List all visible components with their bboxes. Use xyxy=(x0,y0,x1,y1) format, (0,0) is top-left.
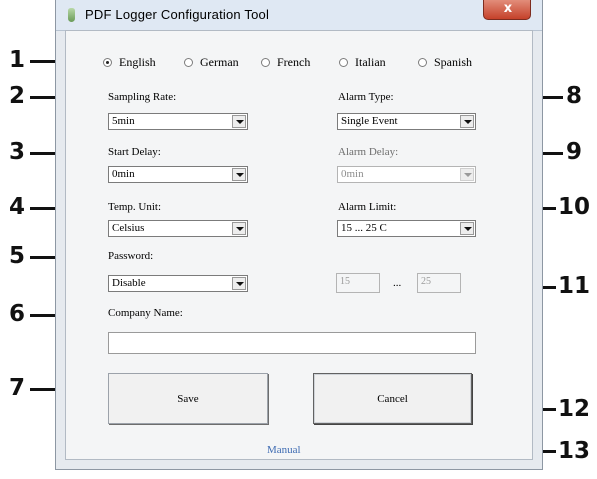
sampling-rate-value: 5min xyxy=(112,115,135,127)
cancel-button[interactable]: Cancel xyxy=(313,373,472,424)
alarm-limit-high-value: 25 xyxy=(421,276,431,287)
alarm-limit-separator: ... xyxy=(393,277,402,289)
callout-6: 6 xyxy=(9,301,26,327)
chevron-down-icon[interactable] xyxy=(232,222,246,235)
password-label: Password: xyxy=(108,250,154,262)
radio-dot-icon xyxy=(184,58,193,67)
sampling-rate-select[interactable]: 5min xyxy=(108,113,248,130)
chevron-down-icon[interactable] xyxy=(460,115,474,128)
callout-4: 4 xyxy=(9,194,26,220)
callout-2: 2 xyxy=(9,83,26,109)
radio-english[interactable]: English xyxy=(103,55,156,70)
radio-dot-icon xyxy=(339,58,348,67)
save-button[interactable]: Save xyxy=(108,373,268,424)
company-name-label: Company Name: xyxy=(108,307,183,319)
radio-english-label: English xyxy=(119,55,156,69)
password-value: Disable xyxy=(112,277,146,289)
radio-dot-icon xyxy=(261,58,270,67)
sampling-rate-label: Sampling Rate: xyxy=(108,91,177,103)
manual-link[interactable]: Manual xyxy=(267,444,301,456)
chevron-down-icon[interactable] xyxy=(232,168,246,181)
alarm-limit-high-input: 25 xyxy=(417,273,461,293)
alarm-delay-select: 0min xyxy=(337,166,476,183)
cancel-button-label: Cancel xyxy=(377,392,408,405)
callout-10: 10 xyxy=(558,194,591,220)
title-bar[interactable]: PDF Logger Configuration Tool x xyxy=(56,0,542,31)
chevron-down-icon[interactable] xyxy=(232,115,246,128)
radio-dot-icon xyxy=(103,58,112,67)
callout-7: 7 xyxy=(9,375,26,401)
close-icon: x xyxy=(503,1,513,16)
callout-5: 5 xyxy=(9,243,26,269)
settings-panel: English German French Italian Spanish Sa… xyxy=(65,30,533,460)
alarm-type-value: Single Event xyxy=(341,115,398,127)
temp-unit-value: Celsius xyxy=(112,222,145,234)
radio-french[interactable]: French xyxy=(261,55,310,70)
callout-11: 11 xyxy=(558,273,591,299)
radio-german[interactable]: German xyxy=(184,55,239,70)
alarm-limit-low-input: 15 xyxy=(336,273,380,293)
temp-unit-select[interactable]: Celsius xyxy=(108,220,248,237)
alarm-delay-label: Alarm Delay: xyxy=(338,146,399,158)
password-select[interactable]: Disable xyxy=(108,275,248,292)
chevron-down-icon xyxy=(460,168,474,181)
alarm-type-select[interactable]: Single Event xyxy=(337,113,476,130)
radio-spanish[interactable]: Spanish xyxy=(418,55,472,70)
radio-italian[interactable]: Italian xyxy=(339,55,386,70)
alarm-delay-value: 0min xyxy=(341,168,364,180)
radio-german-label: German xyxy=(200,55,239,69)
alarm-limit-low-value: 15 xyxy=(340,276,350,287)
config-window: PDF Logger Configuration Tool x English … xyxy=(55,0,543,470)
thermometer-icon xyxy=(68,8,75,22)
start-delay-value: 0min xyxy=(112,168,135,180)
alarm-limit-value: 15 ... 25 C xyxy=(341,222,387,234)
window-title: PDF Logger Configuration Tool xyxy=(85,7,270,22)
radio-spanish-label: Spanish xyxy=(434,55,473,69)
callout-12: 12 xyxy=(558,396,591,422)
radio-italian-label: Italian xyxy=(355,55,386,69)
chevron-down-icon[interactable] xyxy=(232,277,246,290)
callout-8: 8 xyxy=(566,83,583,109)
start-delay-select[interactable]: 0min xyxy=(108,166,248,183)
callout-13: 13 xyxy=(558,438,591,464)
temp-unit-label: Temp. Unit: xyxy=(108,201,162,213)
close-button[interactable]: x xyxy=(483,0,531,20)
save-button-label: Save xyxy=(177,392,199,405)
start-delay-label: Start Delay: xyxy=(108,146,161,158)
callout-9: 9 xyxy=(566,139,583,165)
alarm-type-label: Alarm Type: xyxy=(338,91,394,103)
alarm-limit-select[interactable]: 15 ... 25 C xyxy=(337,220,476,237)
callout-3: 3 xyxy=(9,139,26,165)
radio-dot-icon xyxy=(418,58,427,67)
radio-french-label: French xyxy=(277,55,311,69)
chevron-down-icon[interactable] xyxy=(460,222,474,235)
alarm-limit-label: Alarm Limit: xyxy=(338,201,397,213)
callout-1: 1 xyxy=(9,47,26,73)
company-name-input[interactable] xyxy=(108,332,476,354)
